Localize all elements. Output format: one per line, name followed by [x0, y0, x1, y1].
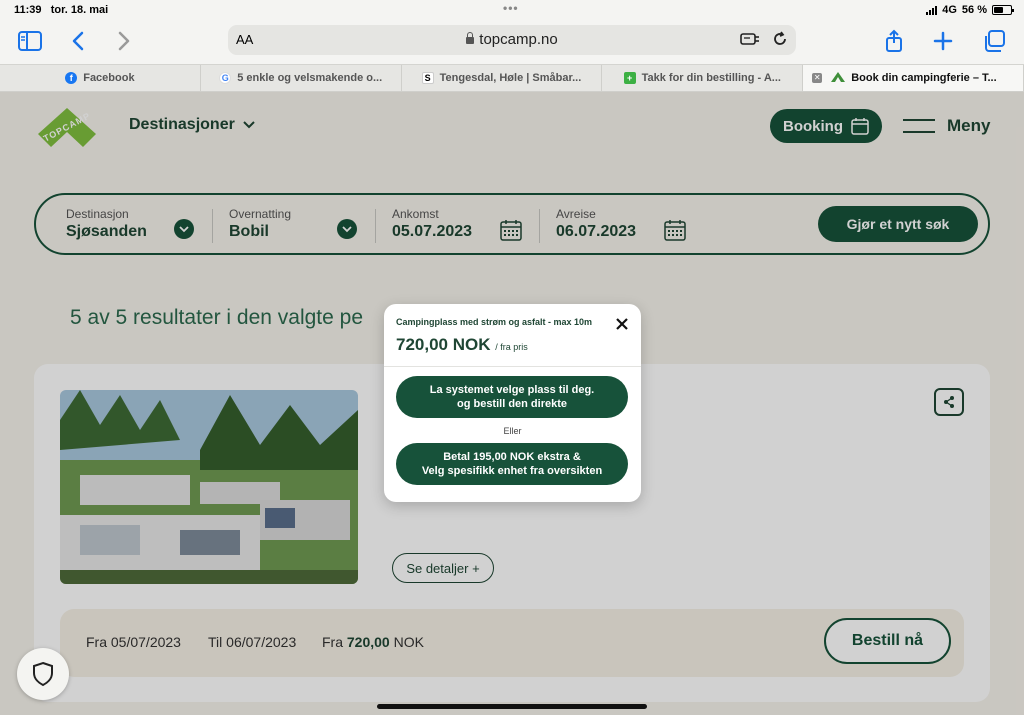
tab-bar: f Facebook G 5 enkle og velsmakende o...… — [0, 64, 1024, 92]
sidebar-icon[interactable] — [17, 28, 43, 54]
battery-icon — [992, 5, 1014, 15]
new-tab-icon[interactable] — [930, 28, 956, 54]
share-icon[interactable] — [881, 28, 907, 54]
status-bar: 11:39 tor. 18. mai ••• 4G 56 % — [0, 0, 1024, 20]
network-label: 4G — [942, 4, 957, 16]
tab-label: Tengesdal, Høle | Småbar... — [439, 72, 582, 84]
battery-label: 56 % — [961, 4, 987, 16]
dialog-price: 720,00 NOK / fra pris — [396, 335, 528, 354]
status-right: 4G 56 % — [926, 4, 1014, 16]
plus-icon: + — [623, 72, 636, 84]
auto-select-spot-button[interactable]: La systemet velge plass til deg. og besti… — [396, 376, 628, 418]
privacy-shield-button[interactable] — [17, 648, 69, 700]
multitasking-dots[interactable]: ••• — [503, 1, 519, 15]
tab-label: Facebook — [83, 72, 135, 84]
reload-icon[interactable] — [772, 31, 788, 47]
facebook-icon: f — [65, 72, 78, 84]
s-icon: S — [421, 72, 434, 84]
address-bar[interactable]: AA topcamp.no — [228, 25, 796, 55]
forward-icon[interactable] — [111, 28, 137, 54]
dialog-title: Campingplass med strøm og asfalt - max 1… — [396, 317, 593, 327]
reader-icon[interactable] — [740, 31, 760, 47]
shield-icon — [33, 661, 53, 687]
home-indicator[interactable] — [377, 704, 647, 709]
google-icon: G — [219, 72, 232, 84]
back-icon[interactable] — [65, 28, 91, 54]
tab-label: Takk for din bestilling - A... — [641, 72, 781, 84]
browser-toolbar: AA topcamp.no — [0, 20, 1024, 64]
booking-option-dialog: Campingplass med strøm og asfalt - max 1… — [384, 304, 641, 502]
topcamp-icon — [831, 71, 846, 85]
tab-tengesdal[interactable]: S Tengesdal, Høle | Småbar... — [402, 65, 603, 91]
choose-specific-unit-button[interactable]: Betal 195,00 NOK ekstra & Velg spesifikk … — [396, 443, 628, 485]
or-separator: Eller — [503, 426, 522, 436]
tab-facebook[interactable]: f Facebook — [0, 65, 201, 91]
close-icon[interactable] — [615, 317, 629, 331]
tab-google[interactable]: G 5 enkle og velsmakende o... — [201, 65, 402, 91]
tab-label: Book din campingferie – T... — [851, 72, 997, 84]
divider — [384, 366, 641, 367]
lock-icon — [466, 32, 475, 44]
tab-topcamp[interactable]: ✕ Book din campingferie – T... — [803, 65, 1024, 91]
status-time: 11:39 tor. 18. mai — [14, 4, 109, 16]
tab-label: 5 enkle og velsmakende o... — [237, 72, 383, 84]
tabs-overview-icon[interactable] — [981, 28, 1007, 54]
tab-order-confirmation[interactable]: + Takk for din bestilling - A... — [602, 65, 804, 91]
url-display[interactable]: topcamp.no — [228, 31, 796, 48]
battery-level — [994, 7, 1003, 13]
signal-icon — [926, 5, 938, 15]
close-tab-icon[interactable]: ✕ — [812, 73, 823, 83]
